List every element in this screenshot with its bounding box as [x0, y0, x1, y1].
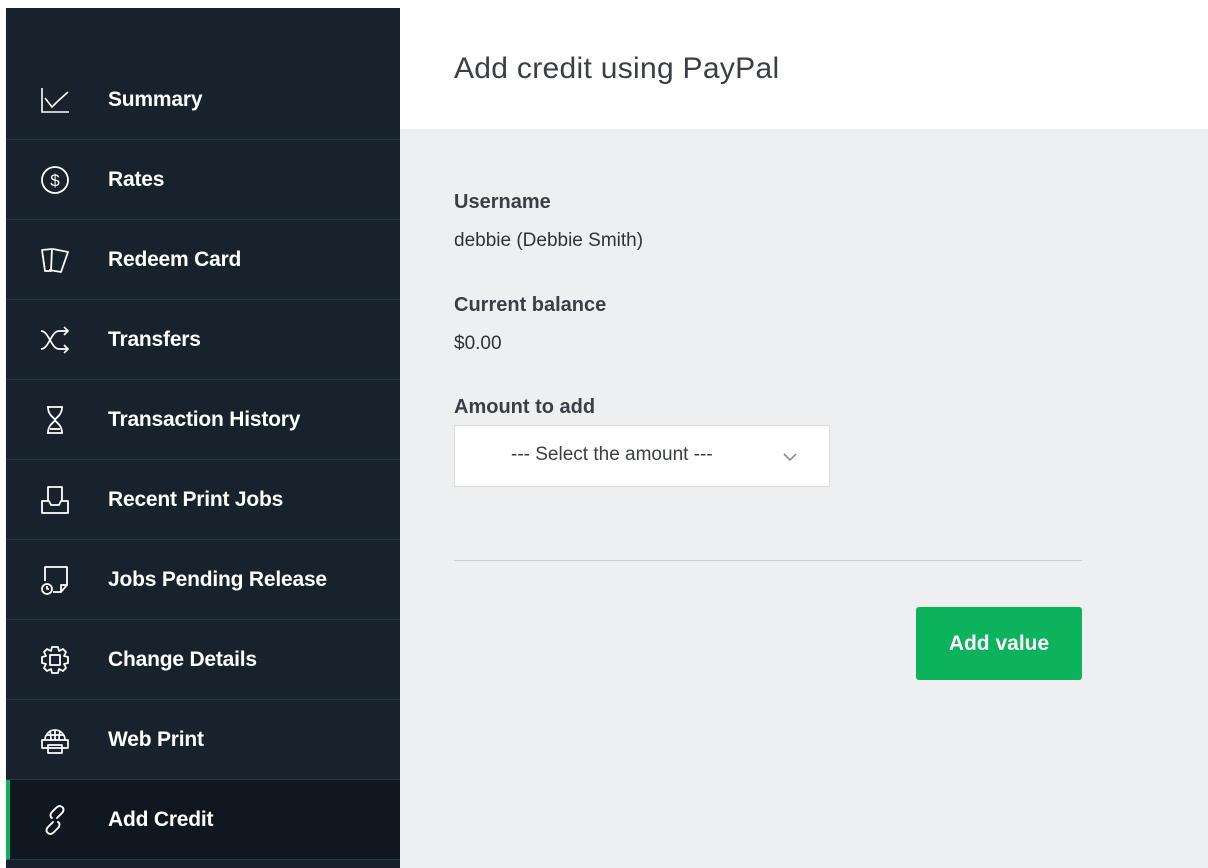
- sidebar-item-label: Transfers: [108, 327, 201, 351]
- sidebar-item-label: Jobs Pending Release: [108, 567, 327, 591]
- shuffle-arrows-icon: [38, 323, 72, 357]
- globe-printer-icon: [38, 723, 72, 757]
- balance-label: Current balance: [454, 294, 607, 316]
- svg-text:$: $: [50, 171, 60, 190]
- amount-select-value: --- Select the amount ---: [511, 444, 713, 465]
- username-label: Username: [454, 191, 551, 213]
- sidebar-item-rates[interactable]: $ Rates: [6, 140, 400, 220]
- chevron-down-icon: [783, 453, 797, 462]
- sidebar-item-web-print[interactable]: Web Print: [6, 700, 400, 780]
- sidebar-item-transaction-history[interactable]: Transaction History: [6, 380, 400, 460]
- sidebar-item-label: Recent Print Jobs: [108, 487, 284, 511]
- sidebar-item-transfers[interactable]: Transfers: [6, 300, 400, 380]
- add-value-button[interactable]: Add value: [916, 607, 1082, 680]
- sidebar-item-label: Add Credit: [108, 807, 214, 831]
- sidebar-item-label: Rates: [108, 167, 165, 191]
- page-title: Add credit using PayPal: [454, 52, 780, 85]
- link-icon: [38, 803, 72, 837]
- pending-document-clock-icon: [38, 563, 72, 597]
- credit-form: Username debbie (Debbie Smith) Current b…: [400, 129, 1208, 868]
- amount-select[interactable]: --- Select the amount ---: [454, 425, 830, 487]
- sidebar-item-label: Transaction History: [108, 407, 301, 431]
- dollar-circle-icon: $: [38, 163, 72, 197]
- sidebar-item-recent-print-jobs[interactable]: Recent Print Jobs: [6, 460, 400, 540]
- sidebar-item-jobs-pending-release[interactable]: Jobs Pending Release: [6, 540, 400, 620]
- balance-value: $0.00: [454, 333, 502, 354]
- sidebar-item-label: Web Print: [108, 727, 204, 751]
- sidebar-nav: Summary $ Rates Redeem Card Transfers Tr…: [6, 8, 400, 868]
- sidebar-item-add-credit[interactable]: Add Credit: [6, 780, 400, 860]
- printer-tray-icon: [38, 483, 72, 517]
- chart-line-icon: [38, 83, 72, 117]
- gear-icon: [38, 643, 72, 677]
- sidebar-item-summary[interactable]: Summary: [6, 60, 400, 140]
- sidebar-item-label: Change Details: [108, 647, 257, 671]
- sidebar-item-label: Summary: [108, 87, 203, 111]
- cards-icon: [38, 243, 72, 277]
- sidebar-item-label: Redeem Card: [108, 247, 242, 271]
- page-header: Add credit using PayPal: [400, 8, 1208, 129]
- username-value: debbie (Debbie Smith): [454, 230, 644, 251]
- app-window: Summary $ Rates Redeem Card Transfers Tr…: [0, 0, 1208, 868]
- hourglass-icon: [38, 403, 72, 437]
- sidebar-item-redeem-card[interactable]: Redeem Card: [6, 220, 400, 300]
- sidebar-item-change-details[interactable]: Change Details: [6, 620, 400, 700]
- form-divider: [454, 560, 1082, 561]
- amount-label: Amount to add: [454, 396, 596, 418]
